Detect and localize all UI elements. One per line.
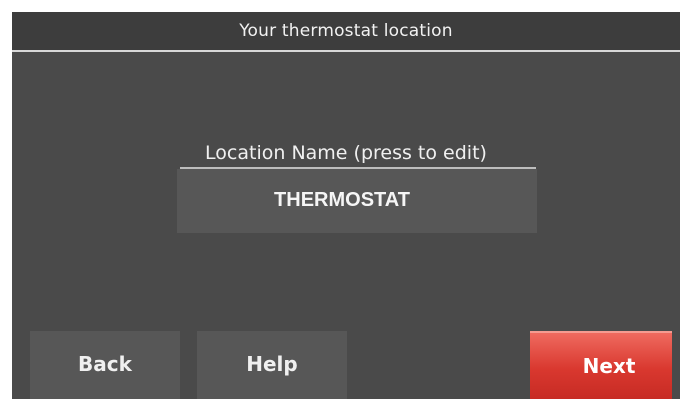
next-button[interactable]: Next [530,331,672,399]
location-name-value: THERMOSTAT [274,189,410,211]
location-name-label: Location Name (press to edit) [205,142,487,164]
help-button[interactable]: Help [197,331,347,399]
next-button-label: Next [582,354,636,378]
back-button[interactable]: Back [30,331,180,399]
thermostat-screen: Your thermostat location Location Name (… [12,12,680,399]
location-name-field[interactable]: THERMOSTAT [177,169,537,233]
screen-title: Your thermostat location [12,12,680,52]
help-button-label: Help [246,352,298,376]
back-button-label: Back [78,352,132,376]
